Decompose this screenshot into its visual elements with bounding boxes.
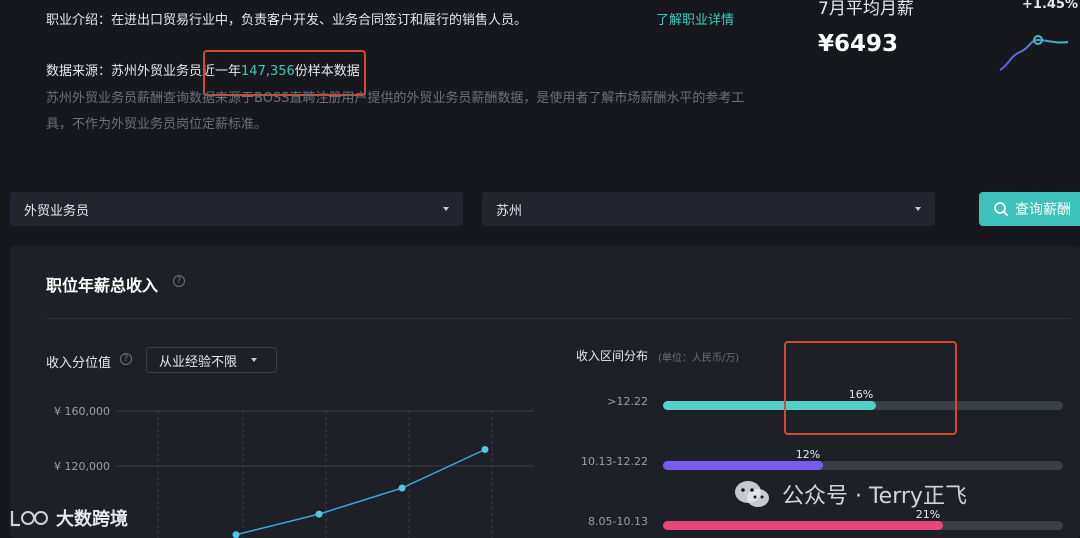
distribution-bar-track: [663, 461, 1063, 470]
y-tick-label: ¥ 120,000: [54, 460, 110, 473]
distribution-bar-fill: [663, 461, 823, 470]
distribution-range-label: 8.05-10.13: [588, 515, 648, 528]
percentile-line: [234, 448, 486, 538]
distribution-title: 收入区间分布: [576, 349, 649, 363]
distribution-percent-label: 12%: [795, 448, 821, 461]
chevron-down-icon: [251, 358, 258, 362]
job-select-value: 外贸业务员: [24, 203, 90, 219]
section-title: 职位年薪总收入: [46, 276, 159, 295]
y-tick-label: ¥ 160,000: [54, 405, 110, 418]
trend-sparkline: [999, 35, 1069, 71]
avg-salary-amount: ¥6493: [818, 31, 899, 57]
section-divider: [46, 318, 1070, 319]
city-select-value: 苏州: [496, 203, 523, 219]
distribution-highlight-box: [784, 341, 957, 435]
percentile-title: 收入分位值: [46, 356, 112, 371]
data-source-prefix: 数据来源：苏州外贸业务员: [46, 64, 203, 79]
question-icon[interactable]: ?: [173, 275, 185, 287]
data-description: 苏州外贸业务员薪酬查询数据来源于BOSS直聘注册用户提供的外贸业务员薪酬数据，是…: [46, 91, 745, 132]
watermark-left-text: 大数跨境: [56, 509, 128, 530]
query-salary-label: 查询薪酬: [1015, 202, 1071, 218]
wechat-icon: [735, 481, 769, 507]
job-select[interactable]: 外贸业务员: [10, 192, 463, 226]
distribution-range-label: 10.13-12.22: [581, 455, 648, 468]
search-icon: [994, 202, 1009, 217]
chevron-down-icon: [443, 207, 449, 211]
percentile-point: [315, 510, 323, 518]
percentile-point: [232, 531, 240, 538]
distribution-bar-fill: [663, 521, 943, 530]
percentile-point: [481, 446, 489, 453]
watermark-left: 大数跨境: [10, 505, 128, 531]
learn-more-link[interactable]: 了解职业详情: [656, 9, 734, 28]
distribution-range-label: >12.22: [607, 395, 648, 408]
watermark-right: 公众号 · Terry正飞: [732, 478, 967, 510]
question-icon[interactable]: ?: [120, 353, 132, 365]
brand-logo-icon: [10, 511, 48, 527]
experience-dropdown-value: 从业经验不限: [159, 354, 238, 370]
job-intro-text: 职业介绍：在进出口贸易行业中，负责客户开发、业务合同签订和履行的销售人员。: [46, 13, 528, 28]
avg-salary-title: 7月平均月薪: [818, 0, 914, 19]
distribution-bar-track: [663, 521, 1063, 530]
query-salary-button[interactable]: 查询薪酬: [979, 192, 1080, 226]
avg-salary-change: +1.45%: [1022, 0, 1078, 12]
percentile-point: [398, 484, 406, 492]
chevron-down-icon: [915, 207, 921, 211]
distribution-unit: (单位：人民币/万): [658, 353, 740, 364]
experience-dropdown[interactable]: 从业经验不限: [146, 347, 277, 373]
city-select[interactable]: 苏州: [482, 192, 935, 226]
watermark-right-text: 公众号 · Terry正飞: [782, 484, 967, 509]
